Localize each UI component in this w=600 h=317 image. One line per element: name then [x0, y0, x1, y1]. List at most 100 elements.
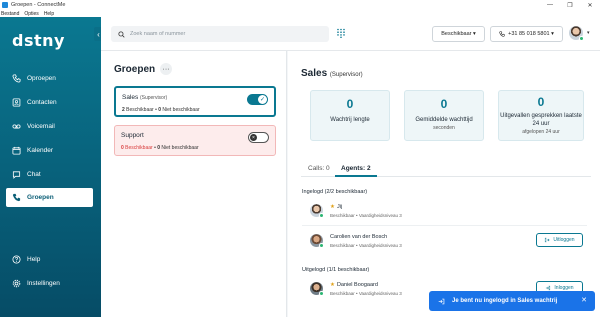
- search-box[interactable]: [111, 26, 329, 42]
- online-status-dot: [319, 243, 324, 248]
- sidebar-item-label: Voicemail: [27, 123, 55, 130]
- sidebar-item-voicemail[interactable]: Voicemail: [6, 117, 93, 136]
- group-toggle-off[interactable]: ×: [248, 132, 269, 143]
- phone-icon: [499, 31, 505, 37]
- group-role: (Supervisor): [139, 95, 168, 101]
- tab-agents[interactable]: Agents: 2: [335, 165, 377, 177]
- sidebar-item-kalender[interactable]: Kalender: [6, 141, 93, 160]
- sidebar-item-contacten[interactable]: Contacten: [6, 93, 93, 112]
- agent-row: Carolien van der Bosch Beschikbaar • Vaa…: [302, 231, 587, 253]
- chevron-down-icon[interactable]: ▾: [587, 30, 590, 36]
- stat-label: Wachtrij lengte: [330, 117, 370, 123]
- logout-icon: [545, 237, 550, 243]
- contacts-icon: [12, 98, 21, 107]
- detail-group-name: Sales: [301, 68, 328, 79]
- sidebar-item-label: Kalender: [27, 147, 54, 154]
- available-label: Beschikbaar: [126, 107, 154, 113]
- user-avatar[interactable]: [569, 26, 584, 41]
- group-card-support[interactable]: Support 0 Beschikbaar • 0 Niet beschikba…: [114, 125, 276, 156]
- groups-icon: [12, 193, 21, 202]
- sidebar-item-label: Instellingen: [27, 280, 60, 287]
- close-icon: ×: [250, 134, 257, 141]
- sidebar-item-chat[interactable]: Chat: [6, 165, 93, 184]
- phone-number-dropdown[interactable]: +31 85 018 5801 ▾: [490, 26, 563, 42]
- app-icon: [2, 2, 8, 8]
- star-icon: ★: [330, 204, 335, 210]
- unavailable-count: 0: [157, 145, 160, 151]
- sidebar-item-label: Oproepen: [27, 75, 56, 82]
- unavailable-count: 0: [158, 107, 161, 113]
- phone-icon: [12, 74, 21, 83]
- agent-row: ★ Jij Beschikbaar • Vaardigheidsniveau 3: [302, 201, 587, 223]
- more-options-button[interactable]: ···: [160, 63, 172, 75]
- stat-sublabel: afgelopen 24 uur: [522, 129, 560, 135]
- sidebar-item-instellingen[interactable]: Instellingen: [6, 274, 93, 293]
- group-card-sales[interactable]: Sales (Supervisor) 2 Beschikbaar • 0 Nie…: [114, 86, 276, 117]
- logout-button[interactable]: Uitloggen: [536, 233, 583, 247]
- help-icon: [12, 255, 21, 264]
- check-icon: ✓: [258, 95, 267, 104]
- sidebar-item-help[interactable]: Help: [6, 250, 93, 269]
- stat-sublabel: seconden: [433, 125, 455, 131]
- close-window-button[interactable]: ✕: [580, 0, 600, 10]
- group-counts: 2 Beschikbaar • 0 Niet beschikbaar: [122, 107, 200, 113]
- online-status-dot: [319, 213, 324, 218]
- agent-info: Beschikbaar • Vaardigheidsniveau 3: [330, 291, 402, 296]
- sidebar-item-oproepen[interactable]: Oproepen: [6, 69, 93, 88]
- unavailable-label: Niet beschikbaar: [162, 107, 200, 113]
- settings-icon: [12, 279, 21, 288]
- maximize-button[interactable]: ❐: [560, 0, 580, 10]
- groups-title: Groepen: [114, 64, 156, 75]
- group-detail-panel: Sales (Supervisor) 0 Wachtrij lengte 0 G…: [288, 51, 600, 317]
- sidebar: dstny ‹ Oproepen Contacten Voicemail Kal…: [0, 17, 103, 317]
- close-toast-button[interactable]: ✕: [581, 296, 587, 304]
- window-controls: — ❐ ✕: [540, 0, 600, 10]
- dialpad-icon[interactable]: [336, 28, 346, 38]
- group-name: Support: [121, 132, 144, 139]
- window-title: Groepen - ConnectMe: [11, 2, 66, 8]
- menu-opties[interactable]: Opties: [24, 11, 38, 17]
- minimize-button[interactable]: —: [540, 0, 560, 10]
- menu-bar: Bestand Opties Help: [0, 10, 600, 17]
- agent-info: Beschikbaar • Vaardigheidsniveau 3: [330, 213, 402, 218]
- logout-label: Uitloggen: [553, 237, 575, 243]
- stat-value: 0: [537, 95, 545, 109]
- agent-info: Beschikbaar • Vaardigheidsniveau 3: [330, 243, 402, 248]
- menu-bestand[interactable]: Bestand: [1, 11, 19, 17]
- star-icon: ★: [330, 282, 335, 288]
- agent-name-label: Daniel Boogaard: [336, 282, 378, 288]
- section-logged-out: Uitgelogd (1/1 beschikbaar): [302, 267, 370, 273]
- avatar: [310, 204, 324, 218]
- tab-calls[interactable]: Calls: 0: [308, 165, 330, 172]
- detail-title: Sales (Supervisor): [301, 68, 363, 79]
- stat-label: Gemiddelde wachttijd: [415, 117, 473, 123]
- group-toggle-on[interactable]: ✓: [247, 94, 268, 105]
- chat-icon: [12, 171, 21, 179]
- sidebar-item-label: Groepen: [27, 194, 54, 201]
- detail-role: (Supervisor): [329, 72, 363, 78]
- avatar: [310, 234, 324, 248]
- calendar-icon: [12, 146, 21, 155]
- availability-status-dropdown[interactable]: Beschikbaar ▾: [432, 26, 485, 42]
- agent-name: ★ Jij: [330, 204, 342, 210]
- agent-name-label: Jij: [336, 204, 343, 210]
- unavailable-label: Niet beschikbaar: [161, 145, 199, 151]
- sidebar-item-groepen[interactable]: Groepen: [6, 188, 93, 207]
- stat-average-wait: 0 Gemiddelde wachttijd seconden: [404, 90, 484, 141]
- agent-name: Carolien van der Bosch: [330, 234, 387, 240]
- agent-name: ★ Daniel Boogaard: [330, 282, 378, 288]
- search-input[interactable]: [130, 31, 320, 37]
- detail-tabs: Calls: 0 Agents: 2: [301, 163, 591, 177]
- login-icon: [438, 298, 445, 304]
- menu-help[interactable]: Help: [44, 11, 54, 17]
- available-label: Beschikbaar: [125, 145, 153, 151]
- search-icon: [118, 30, 125, 38]
- stat-dropped-calls: 0 Uitgevallen gesprekken laatste 24 uur …: [498, 90, 584, 141]
- available-count: 0: [121, 145, 124, 151]
- notification-toast: Je bent nu ingelogd in Sales wachtrij ✕: [429, 291, 595, 311]
- group-name: Sales: [122, 94, 139, 101]
- toast-message: Je bent nu ingelogd in Sales wachtrij: [452, 298, 558, 304]
- divider: [302, 225, 587, 226]
- stat-queue-length: 0 Wachtrij lengte: [310, 90, 390, 141]
- avatar: [310, 282, 324, 296]
